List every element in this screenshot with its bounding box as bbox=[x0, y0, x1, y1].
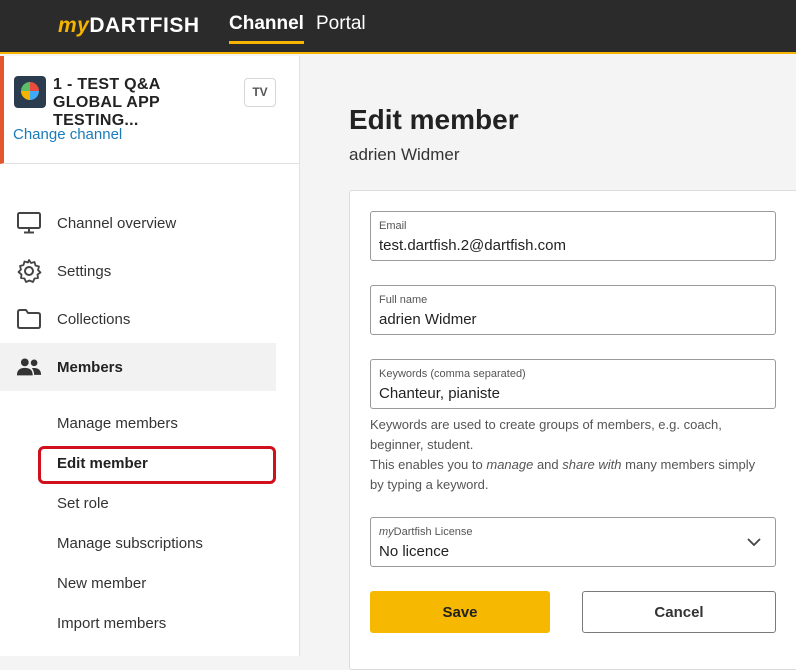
users-icon bbox=[16, 354, 42, 380]
help-line-1: Keywords are used to create groups of me… bbox=[370, 417, 722, 452]
channel-selector: 1 - TEST Q&A GLOBAL APP TESTING... TV Ch… bbox=[0, 56, 300, 164]
cancel-button[interactable]: Cancel bbox=[582, 591, 776, 633]
member-name-subtitle: adrien Widmer bbox=[349, 145, 460, 164]
sidebar-item-label: Channel overview bbox=[57, 214, 177, 232]
keywords-help-text: Keywords are used to create groups of me… bbox=[370, 415, 770, 495]
monitor-icon bbox=[16, 210, 42, 236]
change-channel-link[interactable]: Change channel bbox=[13, 126, 122, 143]
help-text-manage: manage bbox=[486, 457, 534, 472]
tab-portal[interactable]: Portal bbox=[316, 13, 366, 35]
full-name-value[interactable]: adrien Widmer bbox=[379, 311, 477, 328]
email-value[interactable]: test.dartfish.2@dartfish.com bbox=[379, 237, 566, 254]
tv-button[interactable]: TV bbox=[244, 78, 276, 107]
top-bar: myDARTFISH Channel Portal bbox=[0, 0, 796, 54]
license-label: myDartfish License bbox=[379, 526, 473, 538]
sidebar-subitem-manage-subscriptions[interactable]: Manage subscriptions bbox=[57, 535, 203, 552]
save-button[interactable]: Save bbox=[370, 591, 550, 633]
gear-icon bbox=[16, 258, 42, 284]
sidebar-item-members[interactable]: Members bbox=[0, 343, 276, 391]
license-value: No licence bbox=[379, 543, 450, 560]
keywords-field[interactable]: Keywords (comma separated) Chanteur, pia… bbox=[370, 359, 776, 409]
help-text: This enables you to bbox=[370, 457, 487, 472]
chevron-down-icon[interactable] bbox=[747, 535, 761, 549]
email-label: Email bbox=[379, 220, 407, 232]
license-label-prefix: my bbox=[379, 526, 394, 538]
license-label-text: Dartfish License bbox=[393, 526, 473, 538]
sidebar-item-label: Members bbox=[57, 358, 123, 376]
full-name-label: Full name bbox=[379, 294, 428, 306]
dartfish-logo[interactable]: myDARTFISH bbox=[58, 14, 200, 40]
sidebar-subitem-manage-members[interactable]: Manage members bbox=[57, 415, 178, 432]
sidebar-item-label: Settings bbox=[57, 262, 112, 280]
sidebar: 1 - TEST Q&A GLOBAL APP TESTING... TV Ch… bbox=[0, 56, 300, 656]
keywords-value[interactable]: Chanteur, pianiste bbox=[379, 385, 500, 402]
folder-icon bbox=[16, 306, 42, 332]
sidebar-item-label: Collections bbox=[57, 310, 131, 328]
help-text-share-with: share with bbox=[562, 457, 622, 472]
keywords-label: Keywords (comma separated) bbox=[379, 368, 526, 380]
sidebar-item-collections[interactable]: Collections bbox=[0, 295, 276, 343]
sidebar-subitem-import-members[interactable]: Import members bbox=[57, 615, 166, 632]
sidebar-subitem-new-member[interactable]: New member bbox=[57, 575, 146, 592]
channel-thumbnail bbox=[14, 76, 46, 108]
logo-prefix: my bbox=[58, 14, 90, 37]
sidebar-item-channel-overview[interactable]: Channel overview bbox=[0, 199, 276, 247]
sidebar-subitem-edit-member[interactable]: Edit member bbox=[57, 455, 148, 472]
help-text: and bbox=[533, 457, 563, 472]
sidebar-subitem-set-role[interactable]: Set role bbox=[57, 495, 109, 512]
sidebar-item-settings[interactable]: Settings bbox=[0, 247, 276, 295]
license-select[interactable]: myDartfish License No licence bbox=[370, 517, 776, 567]
logo-main: DARTFISH bbox=[89, 14, 200, 37]
channel-name: 1 - TEST Q&A GLOBAL APP TESTING... bbox=[53, 76, 161, 129]
email-field[interactable]: Email test.dartfish.2@dartfish.com bbox=[370, 211, 776, 261]
tab-channel[interactable]: Channel bbox=[229, 13, 304, 44]
page-title: Edit member bbox=[349, 104, 519, 135]
full-name-field[interactable]: Full name adrien Widmer bbox=[370, 285, 776, 335]
